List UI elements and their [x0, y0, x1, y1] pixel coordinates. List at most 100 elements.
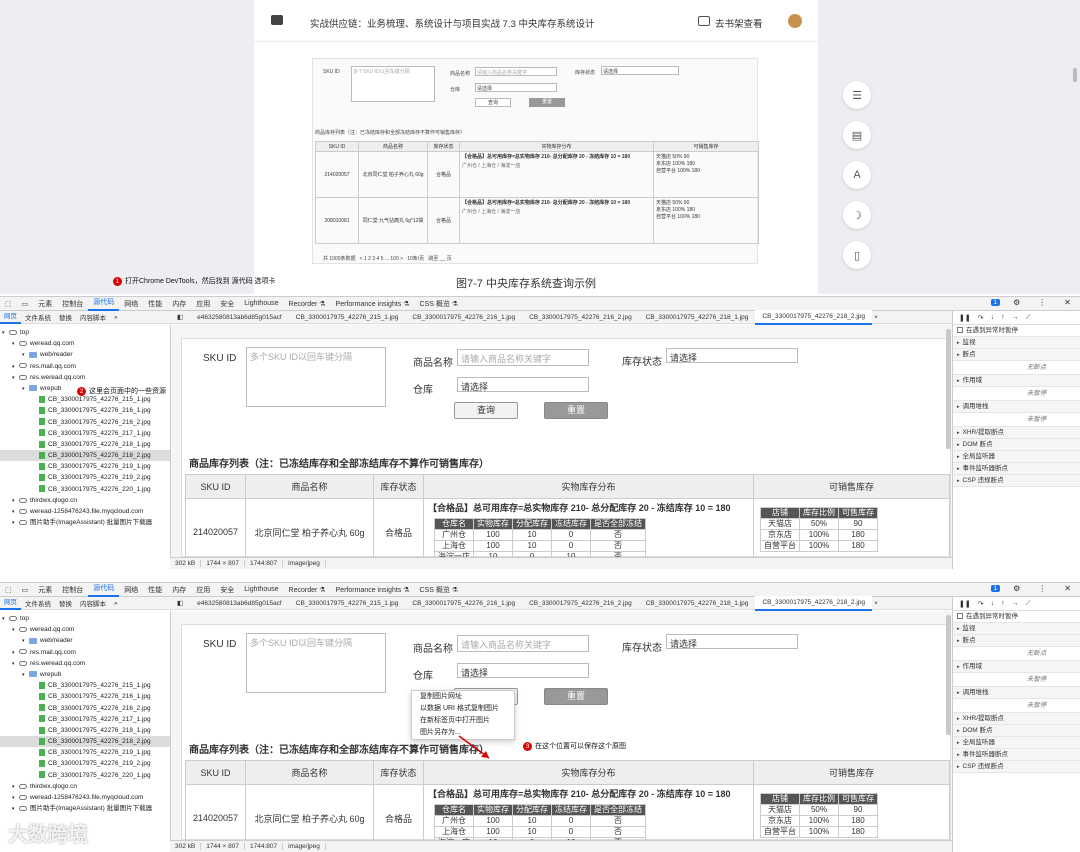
tree-item[interactable]: ▾ res.mail.qq.com — [0, 361, 170, 372]
tree-item[interactable]: CB_3300017975_42276_217_1.jpg — [0, 428, 170, 439]
tree-item[interactable]: CB_3300017975_42276_220_1.jpg — [0, 484, 170, 495]
navigator-tab[interactable]: 内容脚本 — [76, 312, 110, 322]
editor-tab[interactable]: e4632580813ab6d85g015acf — [190, 597, 289, 610]
devtools-tab[interactable]: CSS 概览 ⚗ — [415, 585, 464, 595]
tree-toggle-icon[interactable]: ▾ — [12, 518, 19, 529]
devtools-tab[interactable]: 控制台 — [57, 299, 88, 309]
devtools-tab[interactable]: 源代码 — [88, 583, 120, 597]
issues-badge[interactable]: 1 — [990, 585, 1001, 592]
tree-item[interactable]: CB_3300017975_42276_219_2.jpg — [0, 472, 170, 483]
catalog-icon[interactable] — [271, 15, 283, 25]
tree-item[interactable]: CB_3300017975_42276_216_2.jpg — [0, 417, 170, 428]
devtools-tab[interactable]: CSS 概览 ⚗ — [415, 299, 464, 309]
tree-item[interactable]: CB_3300017975_42276_216_1.jpg — [0, 405, 170, 416]
section-bp[interactable]: ▸ 断点 — [953, 635, 1080, 647]
pause-exceptions[interactable]: 在遇到异常时暂停 — [953, 611, 1080, 623]
tree-item[interactable]: ▾ thirdwx.qlogo.cn — [0, 495, 170, 506]
editor-tab[interactable]: CB_3300017975_42276_215_1.jpg — [289, 311, 406, 324]
editor-tab[interactable]: e4632580813ab6d85g015acf — [190, 311, 289, 324]
tree-item[interactable]: ▾ thirdwx.qlogo.cn — [0, 781, 170, 792]
section-xhr[interactable]: ▸ XHR/提取断点 — [953, 427, 1080, 439]
devtools-tab[interactable]: Recorder ⚗ — [284, 586, 331, 594]
tree-item[interactable]: CB_3300017975_42276_219_1.jpg — [0, 747, 170, 758]
ctx-open-new-tab[interactable]: 在新标签页中打开图片 — [412, 715, 514, 727]
devtools-tab[interactable]: 安全 — [215, 299, 239, 309]
section-event[interactable]: ▸ 事件监听器断点 — [953, 749, 1080, 761]
tree-item[interactable]: ▾ wrepub — [0, 669, 170, 680]
tree-item[interactable]: CB_3300017975_42276_218_1.jpg — [0, 439, 170, 450]
pause-exceptions[interactable]: 在遇到异常时暂停 — [953, 325, 1080, 337]
tree-item[interactable]: CB_3300017975_42276_218_2.jpg — [0, 736, 170, 748]
section-dom[interactable]: ▸ DOM 断点 — [953, 439, 1080, 451]
devtools-tab[interactable]: Performance insights ⚗ — [331, 300, 415, 308]
pause-icon[interactable]: ❚❚ — [959, 314, 971, 322]
devtools-tab[interactable]: 源代码 — [88, 297, 120, 311]
section-csp[interactable]: ▸ CSP 违规断点 — [953, 475, 1080, 487]
navigator-tab[interactable]: 内容脚本 — [76, 598, 110, 608]
close-tab-icon[interactable]: × — [872, 597, 880, 610]
section-bp[interactable]: ▸ 断点 — [953, 349, 1080, 361]
tree-item[interactable]: ▾ weread.qq.com — [0, 624, 170, 635]
tree-item[interactable]: ▾ 图片助手(ImageAssistant) 批量图片下载器 — [0, 803, 170, 814]
pause-icon[interactable]: ❚❚ — [959, 600, 971, 608]
step-icon[interactable]: → — [1012, 600, 1019, 607]
section-stack[interactable]: ▸ 调用堆栈 — [953, 687, 1080, 699]
section-dom[interactable]: ▸ DOM 断点 — [953, 725, 1080, 737]
devtools-tab[interactable]: 元素 — [33, 299, 57, 309]
ctx-copy-url[interactable]: 复制图片网址 — [412, 691, 514, 703]
devtools-tab[interactable]: 性能 — [143, 299, 167, 309]
tree-item[interactable]: ▾ weread-1258476243.file.myqcloud.com — [0, 792, 170, 803]
toc-icon[interactable]: ☰ — [843, 81, 871, 109]
devtools-tab[interactable]: 网络 — [119, 585, 143, 595]
devtools-tab[interactable]: Performance insights ⚗ — [331, 586, 415, 594]
tree-item[interactable]: CB_3300017975_42276_220_1.jpg — [0, 770, 170, 781]
tree-item[interactable]: ▾ res.weread.qq.com — [0, 658, 170, 669]
checkbox-icon[interactable] — [957, 327, 963, 334]
editor-tab[interactable]: CB_3300017975_42276_218_2.jpg — [755, 309, 873, 325]
step-out-icon[interactable]: ↑ — [1001, 600, 1005, 607]
gear-icon[interactable]: ⚙ — [1008, 298, 1025, 307]
tree-item[interactable]: CB_3300017975_42276_217_1.jpg — [0, 714, 170, 725]
navigator-tab[interactable]: 文件系统 — [21, 598, 55, 608]
avatar[interactable] — [788, 14, 802, 28]
preview-image[interactable]: SKU ID 多个SKU ID以回车键分隔 商品名称 请输入商品名称关键字 库存状态 请选… — [181, 338, 951, 557]
section-stack[interactable]: ▸ 调用堆栈 — [953, 401, 1080, 413]
gear-icon[interactable]: ⚙ — [1008, 584, 1025, 593]
close-icon[interactable]: ✕ — [1059, 584, 1076, 593]
tree-item[interactable]: CB_3300017975_42276_219_2.jpg — [0, 758, 170, 769]
tree-item[interactable]: ▾ top — [0, 613, 170, 624]
tree-item[interactable]: ▾ web/reader — [0, 349, 170, 360]
more-icon[interactable]: ⋮ — [1033, 298, 1051, 307]
editor-tab[interactable]: CB_3300017975_42276_218_1.jpg — [639, 597, 756, 610]
devtools-tab[interactable]: 性能 — [143, 585, 167, 595]
section-global[interactable]: ▸ 全局监听器 — [953, 737, 1080, 749]
devtools-tab[interactable]: 应用 — [191, 299, 215, 309]
devtools-tab[interactable]: 元素 — [33, 585, 57, 595]
more-icon[interactable]: ⋮ — [1033, 584, 1051, 593]
navigator-tab[interactable]: 网页 — [0, 597, 21, 610]
step-out-icon[interactable]: ↑ — [1001, 314, 1005, 321]
devtools-tab[interactable]: 网络 — [119, 299, 143, 309]
section-scope[interactable]: ▸ 作用域 — [953, 375, 1080, 387]
tree-item[interactable]: ▾ res.mail.qq.com — [0, 647, 170, 658]
section-watch[interactable]: ▸ 监视 — [953, 337, 1080, 349]
inspect-icon[interactable]: ⬚ — [0, 586, 17, 594]
dark-mode-icon[interactable]: ☽ — [843, 201, 871, 229]
navigator-tab[interactable]: 替换 — [55, 598, 76, 608]
checkbox-icon[interactable] — [957, 613, 963, 620]
step-icon[interactable]: → — [1012, 314, 1019, 321]
notes-icon[interactable]: ▤ — [843, 121, 871, 149]
editor-tab[interactable]: CB_3300017975_42276_218_1.jpg — [639, 311, 756, 324]
navigator-tab[interactable]: » — [110, 600, 122, 607]
tree-item[interactable]: ▾ web/reader — [0, 635, 170, 646]
close-icon[interactable]: ✕ — [1059, 298, 1076, 307]
devtools-tab[interactable]: 内存 — [167, 299, 191, 309]
preview-image[interactable]: SKU ID 多个SKU ID以回车键分隔 商品名称 请输入商品名称关键字 库存状态 请选… — [181, 624, 951, 840]
font-icon[interactable]: A — [843, 161, 871, 189]
phone-icon[interactable]: ▯ — [843, 241, 871, 269]
section-watch[interactable]: ▸ 监视 — [953, 623, 1080, 635]
devtools-tab[interactable]: Lighthouse — [239, 300, 283, 307]
section-csp[interactable]: ▸ CSP 违规断点 — [953, 761, 1080, 773]
step-over-icon[interactable]: ↷ — [978, 600, 984, 608]
tree-item[interactable]: CB_3300017975_42276_216_1.jpg — [0, 691, 170, 702]
